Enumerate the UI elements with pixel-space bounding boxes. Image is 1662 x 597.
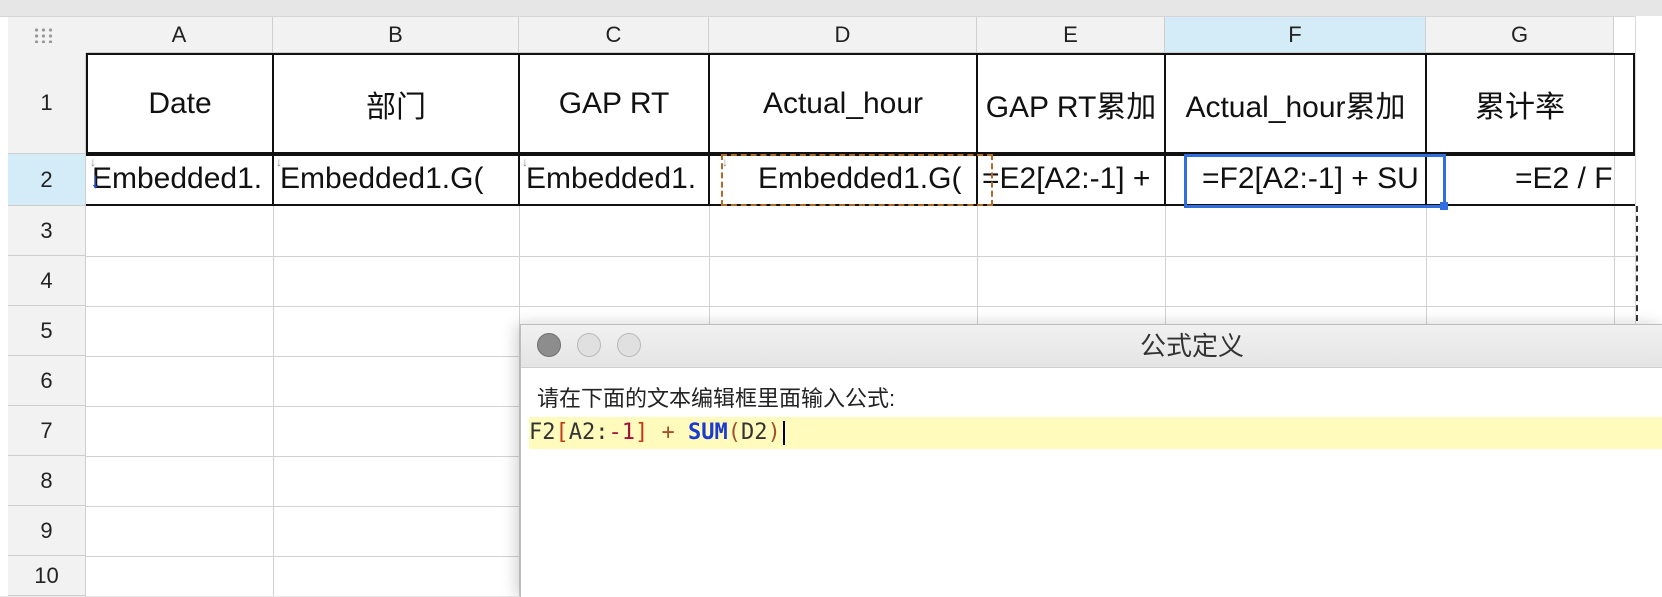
grid-line	[86, 306, 1635, 307]
grid-line	[86, 256, 1635, 257]
row-header-9[interactable]: 9	[8, 506, 86, 556]
column-header-b[interactable]: B	[273, 17, 519, 53]
expand-down-icon: ↓	[522, 155, 528, 169]
row-header-1[interactable]: 1	[8, 53, 86, 154]
row-header-5[interactable]: 5	[8, 306, 86, 356]
formula-dialog: 公式定义 请在下面的文本编辑框里面输入公式: F2[A2:-1] + SUM(D…	[520, 324, 1662, 597]
cell-e2[interactable]: =E2[A2:-1] +	[978, 156, 1164, 204]
row-header-4[interactable]: 4	[8, 256, 86, 306]
expand-arrow-icon: ↓	[90, 168, 101, 193]
row-header-2[interactable]: 2	[8, 154, 86, 206]
formula-token-arg: D2	[741, 420, 768, 445]
column-header-a[interactable]: A	[86, 17, 273, 53]
dialog-titlebar[interactable]: 公式定义	[521, 325, 1662, 368]
fill-handle[interactable]	[1440, 202, 1448, 210]
referenced-cell-highlight	[721, 154, 993, 206]
formula-token-range: A2:	[568, 420, 609, 445]
formula-token-offset: -1	[608, 420, 636, 445]
cell-f1[interactable]: Actual_hour累加	[1166, 55, 1425, 152]
text-caret	[782, 421, 785, 445]
cell-a1[interactable]: Date	[88, 55, 272, 152]
column-header-f[interactable]: F	[1165, 17, 1426, 53]
dialog-title: 公式定义	[1139, 331, 1244, 361]
expand-down-icon: ↓	[90, 155, 96, 169]
formula-token-bracket: [	[555, 420, 569, 445]
formula-token-bracket: ]	[635, 420, 649, 445]
cell-b2[interactable]: Embedded1.G(	[274, 156, 518, 204]
cell-e1[interactable]: GAP RT累加	[978, 55, 1164, 152]
formula-token-ref: F2	[529, 420, 556, 445]
formula-token-function: SUM	[688, 420, 728, 445]
grip-icon	[33, 27, 55, 43]
cell-d1[interactable]: Actual_hour	[710, 55, 976, 152]
expand-down-icon: ↓	[276, 155, 282, 169]
toolbar-strip	[0, 0, 1662, 17]
column-header-c[interactable]: C	[519, 17, 709, 53]
formula-editor[interactable]: F2[A2:-1] + SUM(D2)	[529, 417, 1662, 449]
column-header-g[interactable]: G	[1426, 17, 1614, 53]
row-header-6[interactable]: 6	[8, 356, 86, 406]
row-header-10[interactable]: 10	[8, 556, 86, 596]
spreadsheet: A B C D E F G 1 2 3 4 5 6 7 8 9 10 Date …	[0, 0, 1662, 597]
row-header-7[interactable]: 7	[8, 406, 86, 456]
row-header-8[interactable]: 8	[8, 456, 86, 506]
cell-b1[interactable]: 部门	[274, 55, 518, 152]
cell-a2[interactable]: Embedded1.	[88, 156, 272, 204]
dialog-prompt: 请在下面的文本编辑框里面输入公式:	[537, 386, 896, 411]
column-header-e[interactable]: E	[977, 17, 1165, 53]
select-all-corner[interactable]	[8, 17, 87, 54]
column-header-d[interactable]: D	[709, 17, 977, 53]
cell-g2[interactable]: =E2 / F2	[1427, 156, 1613, 204]
formula-token-operator: +	[648, 420, 688, 445]
cell-g1[interactable]: 累计率	[1427, 55, 1613, 152]
selected-cell-outline	[1184, 154, 1446, 208]
formula-token-paren: )	[767, 420, 781, 445]
cell-c1[interactable]: GAP RT	[520, 55, 708, 152]
cell-c2[interactable]: Embedded1.	[520, 156, 708, 204]
formula-token-paren: (	[727, 420, 741, 445]
page-break-line	[1636, 206, 1638, 321]
row-header-3[interactable]: 3	[8, 206, 86, 256]
